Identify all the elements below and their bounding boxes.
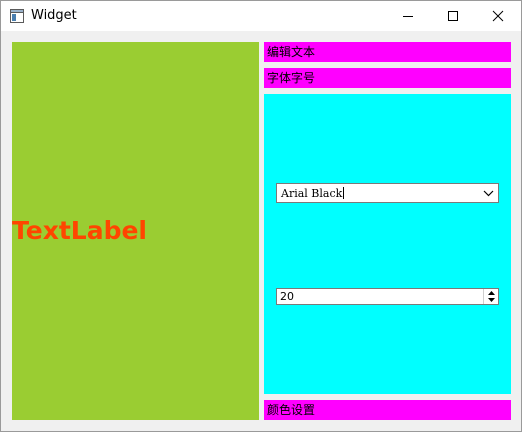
window-title: Widget — [31, 8, 77, 23]
text-label-panel: TextLabel — [12, 42, 259, 420]
window-app-icon — [10, 9, 24, 23]
font-size-value: 20 — [280, 290, 294, 303]
color-settings-button[interactable]: 颜色设置 — [264, 400, 511, 420]
font-size-spinbox[interactable]: 20 — [276, 288, 499, 305]
close-button[interactable] — [475, 1, 521, 31]
font-combobox-value: Arial Black — [281, 187, 343, 200]
spin-buttons — [483, 289, 498, 304]
font-size-button[interactable]: 字体字号 — [264, 68, 511, 88]
title-bar[interactable]: Widget — [1, 1, 521, 31]
main-window: Widget TextLabel 编辑文本 字体字号 Arial Black 2… — [0, 0, 522, 432]
edit-text-button[interactable]: 编辑文本 — [264, 42, 511, 62]
minimize-button[interactable] — [385, 1, 431, 31]
minimize-icon — [403, 16, 413, 17]
chevron-down-icon[interactable] — [483, 189, 494, 197]
spin-up-icon — [488, 291, 495, 295]
spin-down-button[interactable] — [484, 296, 498, 303]
maximize-button[interactable] — [430, 1, 476, 31]
font-combobox[interactable]: Arial Black — [276, 183, 499, 203]
spin-up-button[interactable] — [484, 289, 498, 296]
spin-down-icon — [488, 298, 495, 302]
font-settings-panel: Arial Black 20 — [264, 94, 511, 394]
close-icon — [492, 10, 504, 22]
maximize-icon — [448, 11, 458, 21]
text-label: TextLabel — [12, 216, 147, 245]
text-caret — [343, 187, 345, 199]
